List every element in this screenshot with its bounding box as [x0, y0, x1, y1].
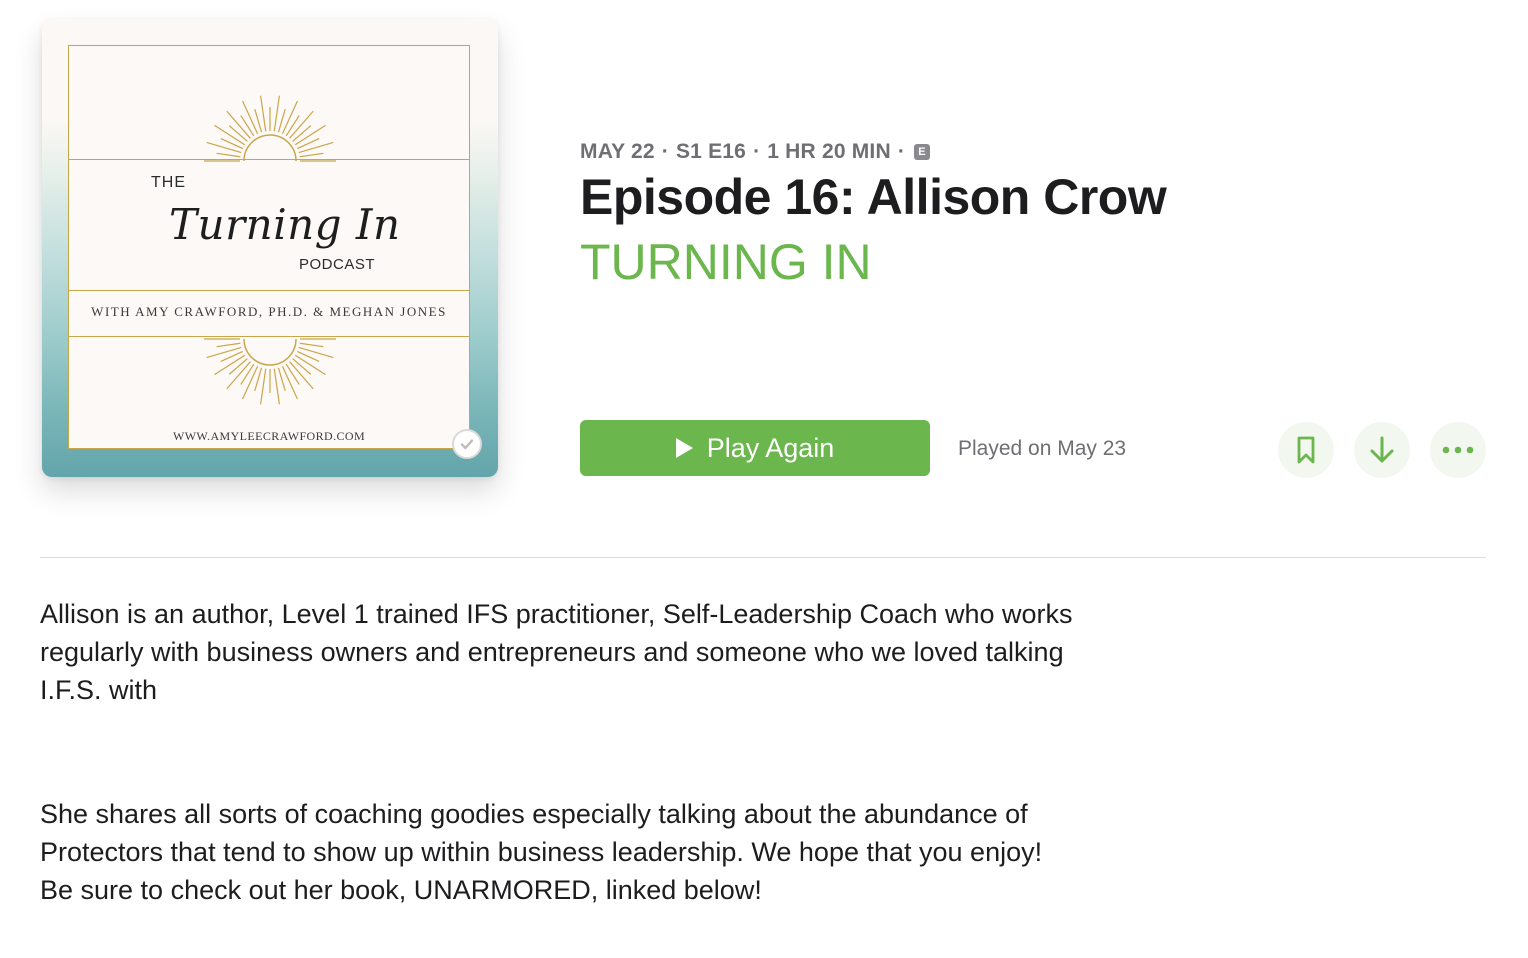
play-again-label: Play Again: [706, 432, 835, 463]
sunburst-top-icon: [204, 95, 336, 162]
artwork-hosts: WITH AMY CRAWFORD, PH.D. & MEGHAN JONES: [91, 304, 447, 319]
meta-separator: ·: [661, 140, 669, 163]
meta-separator: ·: [897, 140, 906, 163]
podcast-artwork[interactable]: THE Turning In PODCAST WITH AMY CRAWFORD…: [42, 19, 498, 477]
episode-meta: MAY 22 · S1 E16 · 1 HR 20 MIN · E: [580, 140, 931, 164]
play-again-button[interactable]: Play Again: [580, 420, 930, 476]
episode-title: Episode 16: Allison Crow: [580, 169, 1167, 225]
more-icon: [1442, 446, 1474, 454]
meta-separator: ·: [753, 140, 761, 163]
artwork-divider: [69, 336, 469, 337]
section-divider: [40, 557, 1486, 558]
artwork-divider: [69, 159, 469, 160]
artwork-divider: [69, 290, 469, 291]
bookmark-icon: [1297, 436, 1315, 464]
sunburst-bottom-icon: [204, 338, 336, 405]
artwork-the: THE: [151, 174, 186, 191]
description-paragraph: She shares all sorts of coaching goodies…: [40, 799, 1043, 905]
description-paragraph: Allison is an author, Level 1 trained IF…: [40, 599, 1073, 705]
episode-duration: 1 HR 20 MIN: [767, 140, 891, 163]
artwork-podcast-label: PODCAST: [299, 256, 376, 273]
download-button[interactable]: [1354, 422, 1410, 478]
played-check-badge: [452, 429, 482, 459]
artwork-script-title: Turning In: [169, 200, 401, 249]
bookmark-button[interactable]: [1278, 422, 1334, 478]
episode-date: MAY 22: [580, 140, 655, 163]
artwork-url: WWW.AMYLEECRAWFORD.COM: [172, 429, 366, 443]
show-link[interactable]: TURNING IN: [580, 233, 872, 291]
play-icon: [675, 438, 693, 458]
more-button[interactable]: [1430, 422, 1486, 478]
download-icon: [1370, 436, 1394, 463]
artwork-frame: THE Turning In PODCAST WITH AMY CRAWFORD…: [68, 45, 470, 449]
checkmark-icon: [460, 439, 474, 450]
explicit-badge: E: [914, 144, 931, 160]
episode-season-number: S1 E16: [675, 140, 747, 163]
played-on-status: Played on May 23: [958, 437, 1127, 460]
episode-page: THE Turning In PODCAST WITH AMY CRAWFORD…: [0, 0, 1528, 958]
